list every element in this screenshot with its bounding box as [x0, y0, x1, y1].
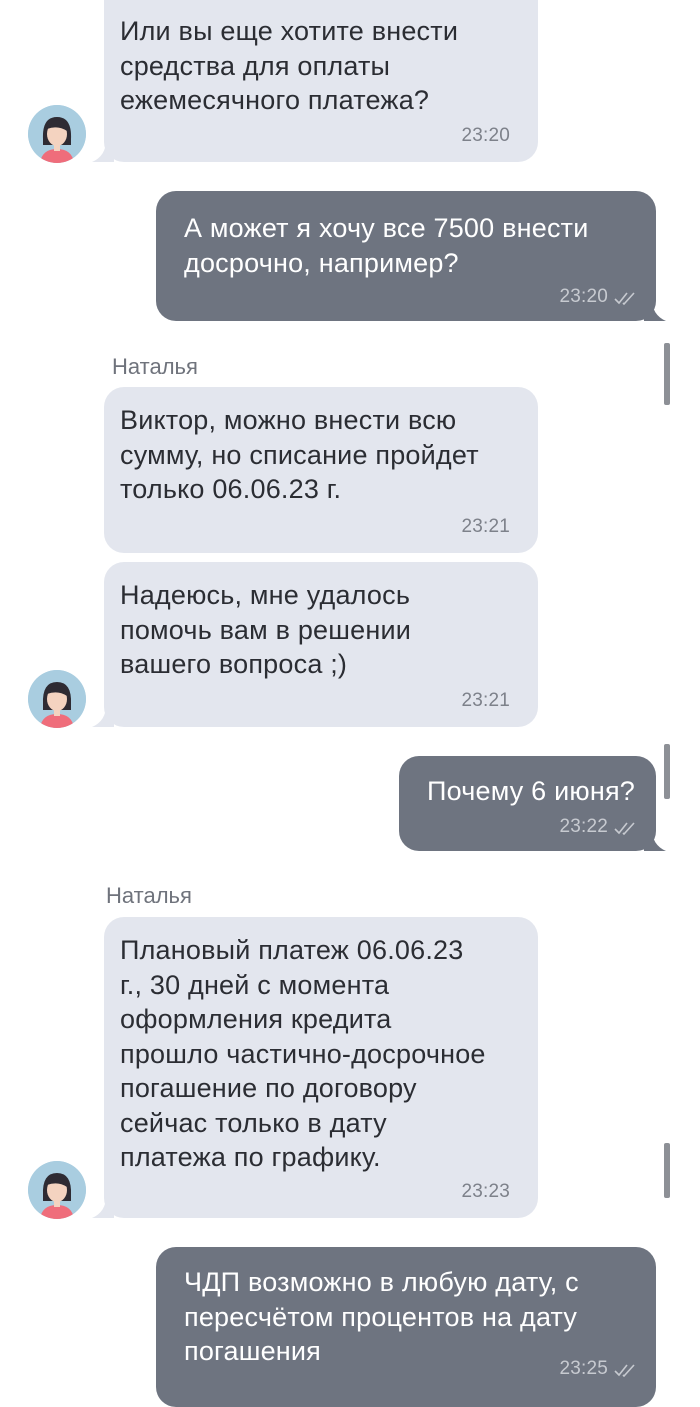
agent-avatar[interactable]: [28, 670, 86, 728]
incoming-message[interactable]: Плановый платеж 06.06.23 г., 30 дней с м…: [104, 917, 538, 1218]
agent-avatar[interactable]: [28, 1161, 86, 1219]
message-time: 23:21: [461, 690, 510, 711]
message-text: А может я хочу все 7500 внести досрочно,…: [184, 213, 589, 278]
message-text: Виктор, можно внести всю сумму, но списа…: [120, 405, 479, 504]
double-check-icon: [614, 292, 635, 305]
scroll-indicator[interactable]: [664, 744, 670, 799]
bubble-tail: [644, 299, 666, 321]
bubble-tail: [92, 1196, 114, 1218]
bubble-tail: [92, 140, 114, 162]
message-text: Или вы еще хотите внести средства для оп…: [120, 16, 459, 115]
bubble-tail: [92, 705, 114, 727]
incoming-message[interactable]: Виктор, можно внести всю сумму, но списа…: [104, 387, 538, 553]
scroll-indicator[interactable]: [664, 343, 670, 405]
incoming-message[interactable]: Надеюсь, мне удалось помочь вам в решени…: [104, 562, 538, 727]
message-text: Плановый платеж 06.06.23 г., 30 дней с м…: [120, 935, 486, 1172]
bubble-tail: [644, 829, 666, 851]
incoming-message[interactable]: Или вы еще хотите внести средства для оп…: [104, 0, 538, 162]
message-text: Почему 6 июня?: [427, 776, 635, 806]
double-check-icon: [614, 1364, 635, 1377]
sender-name: Наталья: [106, 883, 192, 908]
message-time: 23:25: [559, 1358, 608, 1379]
message-time: 23:23: [461, 1181, 510, 1202]
message-time: 23:20: [461, 125, 510, 146]
message-time: 23:21: [461, 516, 510, 537]
outgoing-message[interactable]: ЧДП возможно в любую дату, с пересчётом …: [156, 1247, 656, 1407]
message-time: 23:22: [559, 816, 608, 837]
scroll-indicator[interactable]: [664, 1143, 670, 1198]
outgoing-message[interactable]: Почему 6 июня? 23:22: [399, 756, 656, 851]
message-text: ЧДП возможно в любую дату, с пересчётом …: [184, 1267, 579, 1366]
outgoing-message[interactable]: А может я хочу все 7500 внести досрочно,…: [156, 191, 656, 321]
message-time: 23:20: [559, 286, 608, 307]
double-check-icon: [614, 822, 635, 835]
sender-name: Наталья: [112, 354, 198, 379]
agent-avatar[interactable]: [28, 105, 86, 163]
message-text: Надеюсь, мне удалось помочь вам в решени…: [120, 580, 412, 679]
